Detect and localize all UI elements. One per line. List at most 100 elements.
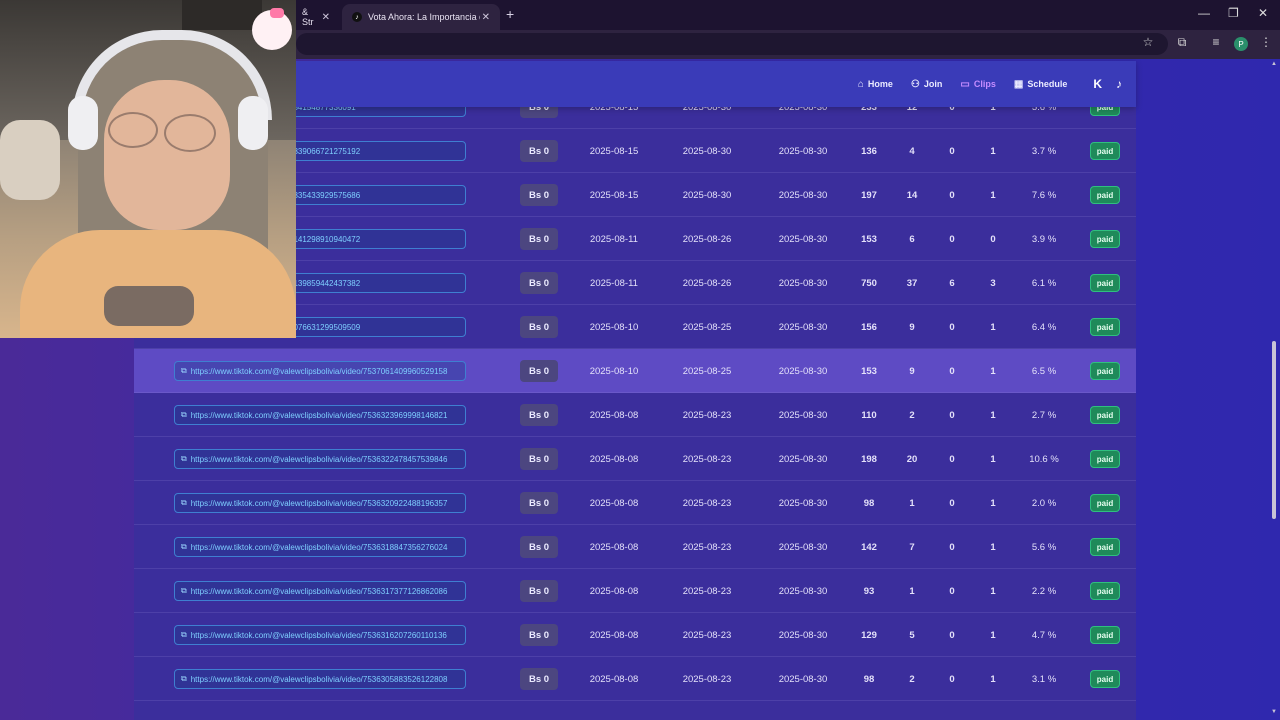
close-icon[interactable]: ✕ <box>322 12 330 23</box>
table-row: ⧉ https://www.tiktok.com/@valewclipsboliv… <box>134 657 1136 701</box>
payment-date: 2025-08-30 <box>778 365 828 377</box>
comments-count: 0 <box>949 233 955 245</box>
scroll-up-icon[interactable]: ▲ <box>1270 61 1278 67</box>
payout-amount: Bs 0 <box>520 404 558 426</box>
review-date: 2025-08-23 <box>682 585 732 597</box>
table-row: ⧉ https://www.tiktok.com/@valewclipsboliv… <box>134 481 1136 525</box>
views-count: 153 <box>861 233 877 245</box>
publish-date: 2025-08-08 <box>589 541 639 553</box>
likes-count: 9 <box>909 365 915 377</box>
likes-count: 37 <box>906 277 918 289</box>
likes-count: 6 <box>909 233 915 245</box>
video-link[interactable]: ⧉ https://www.tiktok.com/@valewclipsboliv… <box>174 361 466 381</box>
status-badge: paid <box>1090 626 1120 644</box>
nav-clips[interactable]: ▭ Clips <box>960 79 995 90</box>
payment-date: 2025-08-30 <box>778 189 828 201</box>
clip-icon: ▭ <box>960 78 970 90</box>
extensions-icon[interactable]: ⧉ <box>1174 35 1190 50</box>
video-link[interactable]: ⧉ https://www.tiktok.com/@valewclipsboliv… <box>174 449 466 469</box>
video-url: https://www.tiktok.com/@valewclipsbolivi… <box>190 498 448 508</box>
users-icon: ⚇ <box>910 78 920 90</box>
payout-amount: Bs 0 <box>520 140 558 162</box>
comments-count: 6 <box>949 277 955 289</box>
video-link[interactable]: ⧉ https://www.tiktok.com/@valewclipsboliv… <box>174 581 466 601</box>
maximize-button[interactable]: ❐ <box>1228 6 1239 20</box>
views-count: 110 <box>861 409 877 421</box>
engagement-rate: 3.7 % <box>1031 145 1057 157</box>
payout-amount: Bs 0 <box>520 272 558 294</box>
nav-home[interactable]: ⌂ Home <box>858 79 893 90</box>
nav-label: Join <box>923 79 943 89</box>
shares-count: 1 <box>990 409 996 421</box>
publish-date: 2025-08-15 <box>589 189 639 201</box>
engagement-rate: 6.4 % <box>1031 321 1057 333</box>
external-link-icon: ⧉ <box>181 410 187 419</box>
payment-date: 2025-08-30 <box>778 277 828 289</box>
scroll-thumb[interactable] <box>1272 341 1276 519</box>
review-date: 2025-08-23 <box>682 629 732 641</box>
publish-date: 2025-08-11 <box>590 233 638 245</box>
browser-tab-2[interactable]: ♪ Vota Ahora: La Importancia de ✕ <box>342 4 500 30</box>
video-url: https://www.tiktok.com/@valewclipsbolivi… <box>190 366 448 376</box>
views-count: 156 <box>861 321 877 333</box>
payout-amount: Bs 0 <box>520 316 558 338</box>
status-badge: paid <box>1090 538 1120 556</box>
engagement-rate: 7.6 % <box>1031 189 1057 201</box>
new-tab-button[interactable]: + <box>506 6 514 22</box>
video-link[interactable]: ⧉ https://www.tiktok.com/@valewclipsboliv… <box>174 537 466 557</box>
views-count: 142 <box>861 541 877 553</box>
comments-count: 0 <box>949 673 955 685</box>
video-url: https://www.tiktok.com/@valewclipsbolivi… <box>190 454 448 464</box>
shares-count: 1 <box>990 365 996 377</box>
star-icon[interactable]: ☆ <box>1140 35 1156 49</box>
nav-schedule[interactable]: ▦ Schedule <box>1014 79 1067 90</box>
external-link-icon: ⧉ <box>181 674 187 683</box>
external-link-icon: ⧉ <box>181 454 187 463</box>
external-link-icon: ⧉ <box>181 542 187 551</box>
views-count: 153 <box>861 365 877 377</box>
kick-icon[interactable]: K <box>1093 77 1102 91</box>
close-icon[interactable]: ✕ <box>482 12 490 23</box>
table-row: ⧉ https://www.tiktok.com/@valewclipsboliv… <box>134 569 1136 613</box>
video-url: https://www.tiktok.com/@valewclipsbolivi… <box>190 630 447 640</box>
engagement-rate: 3.9 % <box>1031 233 1057 245</box>
status-badge: paid <box>1090 142 1120 160</box>
payout-amount: Bs 0 <box>520 624 558 646</box>
video-link[interactable]: ⧉ https://www.tiktok.com/@valewclipsboliv… <box>174 493 466 513</box>
likes-count: 9 <box>909 321 915 333</box>
video-link[interactable]: ⧉ https://www.tiktok.com/@valewclipsboliv… <box>174 625 466 645</box>
shares-count: 1 <box>990 189 996 201</box>
profile-avatar[interactable]: P <box>1234 37 1248 51</box>
media-icon[interactable]: ≡ <box>1208 35 1224 49</box>
likes-count: 1 <box>909 497 915 509</box>
likes-count: 2 <box>909 673 915 685</box>
browser-tab-1[interactable]: & Str ✕ <box>292 4 340 30</box>
review-date: 2025-08-25 <box>682 365 732 377</box>
review-date: 2025-08-23 <box>682 541 732 553</box>
minimize-button[interactable]: — <box>1198 6 1210 20</box>
shares-count: 1 <box>990 321 996 333</box>
video-link[interactable]: ⧉ https://www.tiktok.com/@valewclipsboliv… <box>174 405 466 425</box>
views-count: 198 <box>861 453 877 465</box>
shares-count: 1 <box>990 541 996 553</box>
payout-amount: Bs 0 <box>520 536 558 558</box>
video-url: https://www.tiktok.com/@valewclipsbolivi… <box>190 586 448 596</box>
payout-amount: Bs 0 <box>520 492 558 514</box>
page-scrollbar[interactable]: ▲ ▼ <box>1270 59 1278 720</box>
url-input[interactable] <box>296 33 1168 55</box>
likes-count: 4 <box>909 145 915 157</box>
nav-label: Home <box>867 79 893 89</box>
payment-date: 2025-08-30 <box>778 497 828 509</box>
video-link[interactable]: ⧉ https://www.tiktok.com/@valewclipsboliv… <box>174 669 466 689</box>
status-badge: paid <box>1090 362 1120 380</box>
payment-date: 2025-08-30 <box>778 409 828 421</box>
close-window-button[interactable]: ✕ <box>1258 6 1268 20</box>
payment-date: 2025-08-30 <box>778 321 828 333</box>
tiktok-icon[interactable]: ♪ <box>1116 77 1122 91</box>
publish-date: 2025-08-08 <box>589 629 639 641</box>
review-date: 2025-08-23 <box>682 497 732 509</box>
scroll-down-icon[interactable]: ▼ <box>1270 709 1278 715</box>
nav-join[interactable]: ⚇ Join <box>911 79 942 90</box>
likes-count: 1 <box>909 585 915 597</box>
menu-icon[interactable]: ⋮ <box>1258 35 1274 49</box>
